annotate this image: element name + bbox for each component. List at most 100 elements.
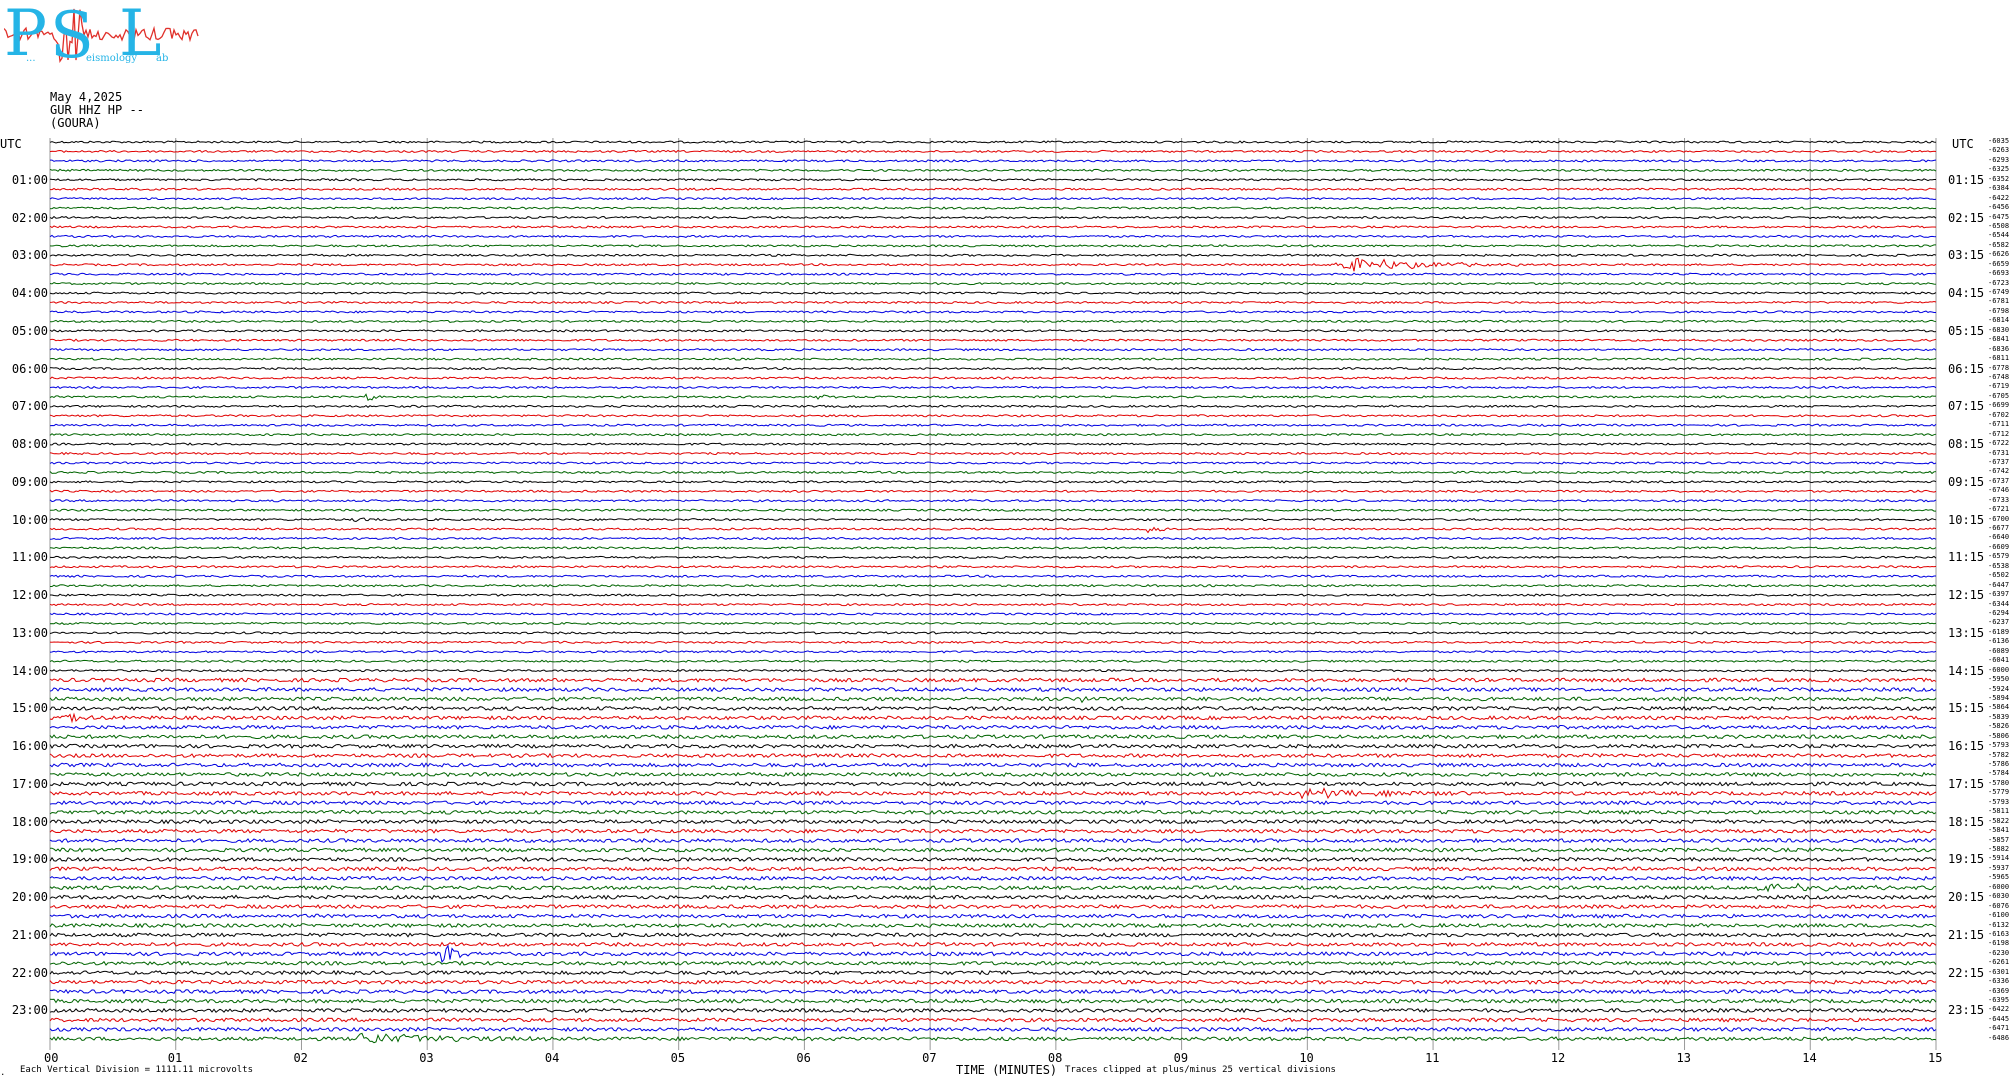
trace-count-label: -6609 [1988,542,2010,551]
trace-19 [49,319,1937,324]
x-tick-label: 15 [1928,1051,1943,1065]
x-tick-label: 01 [167,1051,183,1065]
corner-mark: . [0,1068,6,1078]
trace-count-label: -6035 [1988,137,2010,145]
right-hour-label: 21:15 [1948,927,1985,942]
trace-52 [49,631,1937,635]
trace-33 [49,451,1937,456]
trace-count-label: -6397 [1988,590,2010,599]
trace-68 [49,781,1937,787]
x-tick-label: 07 [922,1051,937,1065]
trace-72 [49,819,1937,825]
right-hour-label: 18:15 [1948,814,1985,829]
trace-count-label: -5839 [1988,712,2010,721]
trace-79 [49,882,1937,893]
trace-count-label: -6422 [1988,1005,2010,1014]
left-hour-label: 14:00 [11,663,48,678]
right-axis-title: UTC [1952,137,1974,151]
right-hour-label: 17:15 [1948,776,1985,791]
trace-62 [49,724,1937,730]
trace-count-label: -6325 [1988,165,2010,174]
trace-77 [49,866,1937,872]
trace-44 [49,555,1937,559]
trace-count-label: -6722 [1988,439,2010,448]
trace-87 [49,960,1937,967]
x-tick-label: 12 [1550,1051,1566,1065]
left-hour-label: 06:00 [11,361,48,376]
right-hour-label: 13:15 [1948,625,1985,640]
right-hour-label: 08:15 [1948,437,1985,452]
trace-count-label: -6737 [1988,457,2010,466]
trace-count-label: -6041 [1988,656,2010,665]
right-hour-label: 23:15 [1948,1003,1985,1018]
trace-75 [49,847,1937,853]
trace-76 [49,856,1937,863]
trace-count-label: -6836 [1988,344,2010,353]
trace-count-label: -6742 [1988,467,2010,476]
trace-count-label: -6471 [1988,1024,2010,1033]
trace-92 [49,1007,1937,1014]
trace-83 [49,922,1937,929]
trace-54 [49,650,1937,654]
x-tick-label: 10 [1299,1051,1314,1065]
trace-78 [49,875,1937,882]
trace-count-label: -6445 [1988,1014,2010,1023]
trace-38 [49,499,1937,503]
right-hour-label: 07:15 [1948,399,1985,414]
trace-count-label: -6230 [1988,948,2010,957]
right-hour-label: 22:15 [1948,965,1985,980]
trace-count-label: -6422 [1988,193,2010,202]
trace-count-label: -6000 [1988,882,2010,891]
trace-count-label: -6733 [1988,495,2010,504]
trace-count-label: -6384 [1988,184,2010,193]
trace-57 [49,677,1937,683]
trace-count-label: -5822 [1988,816,2010,825]
trace-count-label: -6100 [1988,911,2010,920]
trace-30 [49,423,1937,427]
trace-18 [49,310,1936,314]
left-hour-label: 23:00 [11,1003,48,1018]
trace-count-label: -6198 [1988,939,2010,948]
trace-80 [49,894,1937,900]
trace-count-label: -5965 [1988,873,2010,882]
right-hour-label: 10:15 [1948,512,1985,527]
trace-count-label: -6538 [1988,561,2010,570]
trace-count-label: -6748 [1988,373,2010,381]
trace-count-label: -6263 [1988,146,2010,155]
trace-16 [49,291,1937,295]
trace-count-label: -6731 [1988,448,2010,457]
trace-45 [49,565,1937,569]
helicorder-chart [49,138,1937,1050]
trace-55 [49,659,1937,663]
trace-count-label: -6712 [1988,429,2010,438]
trace-count-label: -6737 [1988,476,2010,485]
trace-count-label: -6841 [1988,335,2010,344]
trace-count-label: -5857 [1988,835,2010,844]
trace-8 [49,215,1937,220]
left-hour-label: 03:00 [11,248,48,263]
left-hour-label: 05:00 [11,323,48,338]
trace-count-label: -6640 [1988,533,2010,542]
trace-count-label: -5780 [1988,778,2010,787]
left-hour-label: 07:00 [11,399,48,414]
trace-count-label: -6344 [1988,599,2010,608]
trace-count-label: -5841 [1988,826,2010,835]
left-hour-label: 10:00 [11,512,48,527]
trace-12 [49,253,1937,257]
trace-7 [49,206,1937,210]
left-hour-label: 16:00 [11,739,48,754]
trace-47 [50,584,1937,588]
right-hour-label: 12:15 [1948,588,1985,603]
trace-count-label: -6711 [1988,420,2010,429]
trace-count-label: -6626 [1988,250,2010,259]
x-tick-label: 09 [1173,1051,1189,1065]
trace-count-label: -5793 [1988,741,2010,750]
left-hour-label: 17:00 [11,776,48,791]
left-hour-label: 11:00 [11,550,48,565]
division-note: Each Vertical Division = 1111.11 microvo… [20,1065,253,1075]
trace-4 [49,178,1936,182]
trace-count-label: -6089 [1988,646,2010,655]
trace-count-label: -5782 [1988,750,2010,759]
right-hour-label: 16:15 [1948,739,1985,754]
trace-count-label: -5937 [1988,863,2010,872]
